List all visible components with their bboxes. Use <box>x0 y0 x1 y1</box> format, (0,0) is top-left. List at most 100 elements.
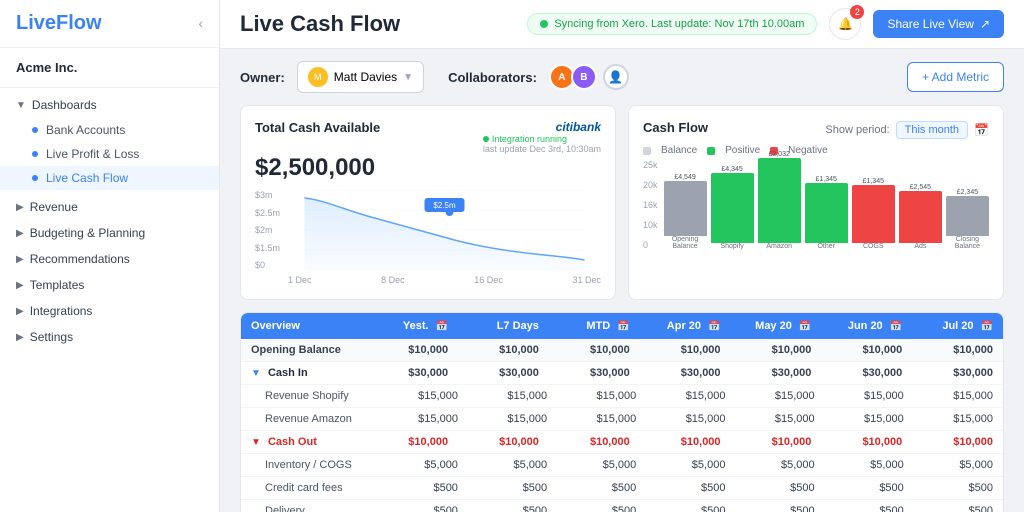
charts-row: Total Cash Available citibank Integratio… <box>240 105 1004 300</box>
sidebar-item-dashboards-label: Dashboards <box>32 98 97 112</box>
bar-legend: Balance Positive Negative <box>643 145 989 156</box>
inv-cogs-jun: $5,000 <box>825 454 914 476</box>
bar-shopify: £4,345 Shopify <box>711 166 754 250</box>
y-label-2m: $2m <box>255 225 280 235</box>
cash-in-collapse[interactable]: ▼ <box>251 368 261 379</box>
total-cash-value: $2,500,000 <box>255 154 601 182</box>
cc-fees-yest: $500 <box>379 477 468 499</box>
bar-chart-area: 25k 20k 16k 10k 0 £4,549 Opening Balance <box>643 156 989 250</box>
logo-text: LiveFlow <box>16 12 102 34</box>
apr-cal-icon[interactable]: 📅 <box>708 321 720 332</box>
sidebar-item-live-cash-flow[interactable]: Live Cash Flow <box>0 166 219 190</box>
may-cal-icon[interactable]: 📅 <box>799 321 811 332</box>
yest-cal-icon[interactable]: 📅 <box>436 321 448 332</box>
notification-badge: 2 <box>850 5 864 19</box>
cash-in-yest: $30,000 <box>367 362 458 384</box>
main-content-area: Owner: M Matt Davies ▼ Collaborators: A … <box>220 49 1024 512</box>
cash-out-apr: $10,000 <box>640 431 731 453</box>
sidebar-item-integrations[interactable]: ▶ Integrations <box>0 298 219 324</box>
col-jul20: Jul 20 📅 <box>912 313 1003 339</box>
row-cash-out: ▼ Cash Out $10,000 $10,000 $10,000 $10,0… <box>241 431 1003 454</box>
col-yest: Yest. 📅 <box>367 313 458 339</box>
inv-cogs-jul: $5,000 <box>914 454 1003 476</box>
sidebar-logo-area: LiveFlow ‹ <box>0 0 219 48</box>
integration-label: Integration running <box>492 134 567 144</box>
sync-dot <box>540 20 548 28</box>
cc-fees-l7: $500 <box>468 477 557 499</box>
rev-amazon-jun: $15,000 <box>825 408 914 430</box>
share-live-view-button[interactable]: Share Live View ↗ <box>873 10 1004 38</box>
legend-balance-dot <box>643 147 651 155</box>
col-apr20: Apr 20 📅 <box>640 313 731 339</box>
bar-opening-balance: £4,549 Opening Balance <box>664 174 707 250</box>
cash-out-may: $10,000 <box>731 431 822 453</box>
line-chart-x-labels: 1 Dec 8 Dec 16 Dec 31 Dec <box>288 275 601 285</box>
sidebar-nav: ▼ Dashboards Bank Accounts Live Profit &… <box>0 88 219 354</box>
legend-positive-label: Positive <box>725 145 760 156</box>
col-may20: May 20 📅 <box>731 313 822 339</box>
rev-shopify-jul: $15,000 <box>914 385 1003 407</box>
jul-cal-icon[interactable]: 📅 <box>981 321 993 332</box>
bar-ads: £2,545 Ads <box>899 184 942 250</box>
main-header: Live Cash Flow Syncing from Xero. Last u… <box>220 0 1024 49</box>
total-cash-title: Total Cash Available <box>255 120 380 135</box>
x-label-8-dec: 8 Dec <box>381 275 405 285</box>
cash-out-l7: $10,000 <box>458 431 549 453</box>
period-button[interactable]: This month <box>896 121 968 139</box>
bar-amazon: £2,032 Amazon <box>758 151 801 250</box>
sidebar-collapse-icon[interactable]: ‹ <box>198 15 203 31</box>
sidebar-item-live-profit[interactable]: Live Profit & Loss <box>0 142 219 166</box>
cash-out-yest: $10,000 <box>367 431 458 453</box>
jun-cal-icon[interactable]: 📅 <box>890 321 902 332</box>
sidebar-item-templates[interactable]: ▶ Templates <box>0 272 219 298</box>
calendar-icon[interactable]: 📅 <box>974 123 989 137</box>
rev-amazon-mtd: $15,000 <box>557 408 646 430</box>
budgeting-arrow: ▶ <box>16 228 24 239</box>
total-cash-chart: Total Cash Available citibank Integratio… <box>240 105 616 300</box>
show-period-label: Show period: <box>825 124 889 136</box>
cc-fees-mtd: $500 <box>557 477 646 499</box>
table-header: Overview Yest. 📅 L7 Days MTD 📅 Apr 20 📅 <box>241 313 1003 339</box>
rev-amazon-apr: $15,000 <box>646 408 735 430</box>
rev-shopify-may: $15,000 <box>735 385 824 407</box>
sidebar-item-settings[interactable]: ▶ Settings <box>0 324 219 350</box>
row-revenue-amazon: Revenue Amazon $15,000 $15,000 $15,000 $… <box>241 408 1003 431</box>
y-label-3m: $3m <box>255 190 280 200</box>
sidebar-item-budgeting[interactable]: ▶ Budgeting & Planning <box>0 220 219 246</box>
add-metric-button[interactable]: + Add Metric <box>907 62 1004 92</box>
bank-accounts-dot <box>32 127 38 133</box>
row-revenue-shopify: Revenue Shopify $15,000 $15,000 $15,000 … <box>241 385 1003 408</box>
dashboards-arrow: ▼ <box>16 100 26 111</box>
line-chart-y-axis: $3m $2.5m $2m $1.5m $0 <box>255 190 284 270</box>
owner-label: Owner: <box>240 70 285 85</box>
cash-out-collapse[interactable]: ▼ <box>251 437 261 448</box>
col-mtd: MTD 📅 <box>549 313 640 339</box>
inv-cogs-l7: $5,000 <box>468 454 557 476</box>
live-profit-dot <box>32 151 38 157</box>
delivery-may: $500 <box>735 500 824 512</box>
legend-balance-label: Balance <box>661 145 697 156</box>
sidebar-item-dashboards[interactable]: ▼ Dashboards <box>0 92 219 118</box>
owner-select[interactable]: M Matt Davies ▼ <box>297 61 424 93</box>
delivery-jun: $500 <box>825 500 914 512</box>
rev-shopify-jun: $15,000 <box>825 385 914 407</box>
sidebar-item-recommendations[interactable]: ▶ Recommendations <box>0 246 219 272</box>
col-l7days: L7 Days <box>458 313 549 339</box>
x-label-1-dec: 1 Dec <box>288 275 312 285</box>
sidebar-item-bank-accounts[interactable]: Bank Accounts <box>0 118 219 142</box>
sidebar-item-revenue[interactable]: ▶ Revenue <box>0 194 219 220</box>
row-delivery: Delivery $500 $500 $500 $500 $500 $500 $… <box>241 500 1003 512</box>
integration-dot <box>483 136 489 142</box>
x-label-16-dec: 16 Dec <box>474 275 503 285</box>
bank-logo: citibank <box>483 120 601 134</box>
opening-balance-label: Opening Balance <box>241 339 367 361</box>
col-overview: Overview <box>241 313 367 339</box>
recommendations-arrow: ▶ <box>16 254 24 265</box>
add-collaborator-button[interactable]: 👤 <box>603 64 629 90</box>
mtd-cal-icon[interactable]: 📅 <box>617 321 629 332</box>
notifications-button[interactable]: 🔔 2 <box>829 8 861 40</box>
live-cash-dot <box>32 175 38 181</box>
sync-status: Syncing from Xero. Last update: Nov 17th… <box>527 13 817 35</box>
cc-fees-label: Credit card fees <box>241 477 379 499</box>
opening-bal-jul: $10,000 <box>912 339 1003 361</box>
